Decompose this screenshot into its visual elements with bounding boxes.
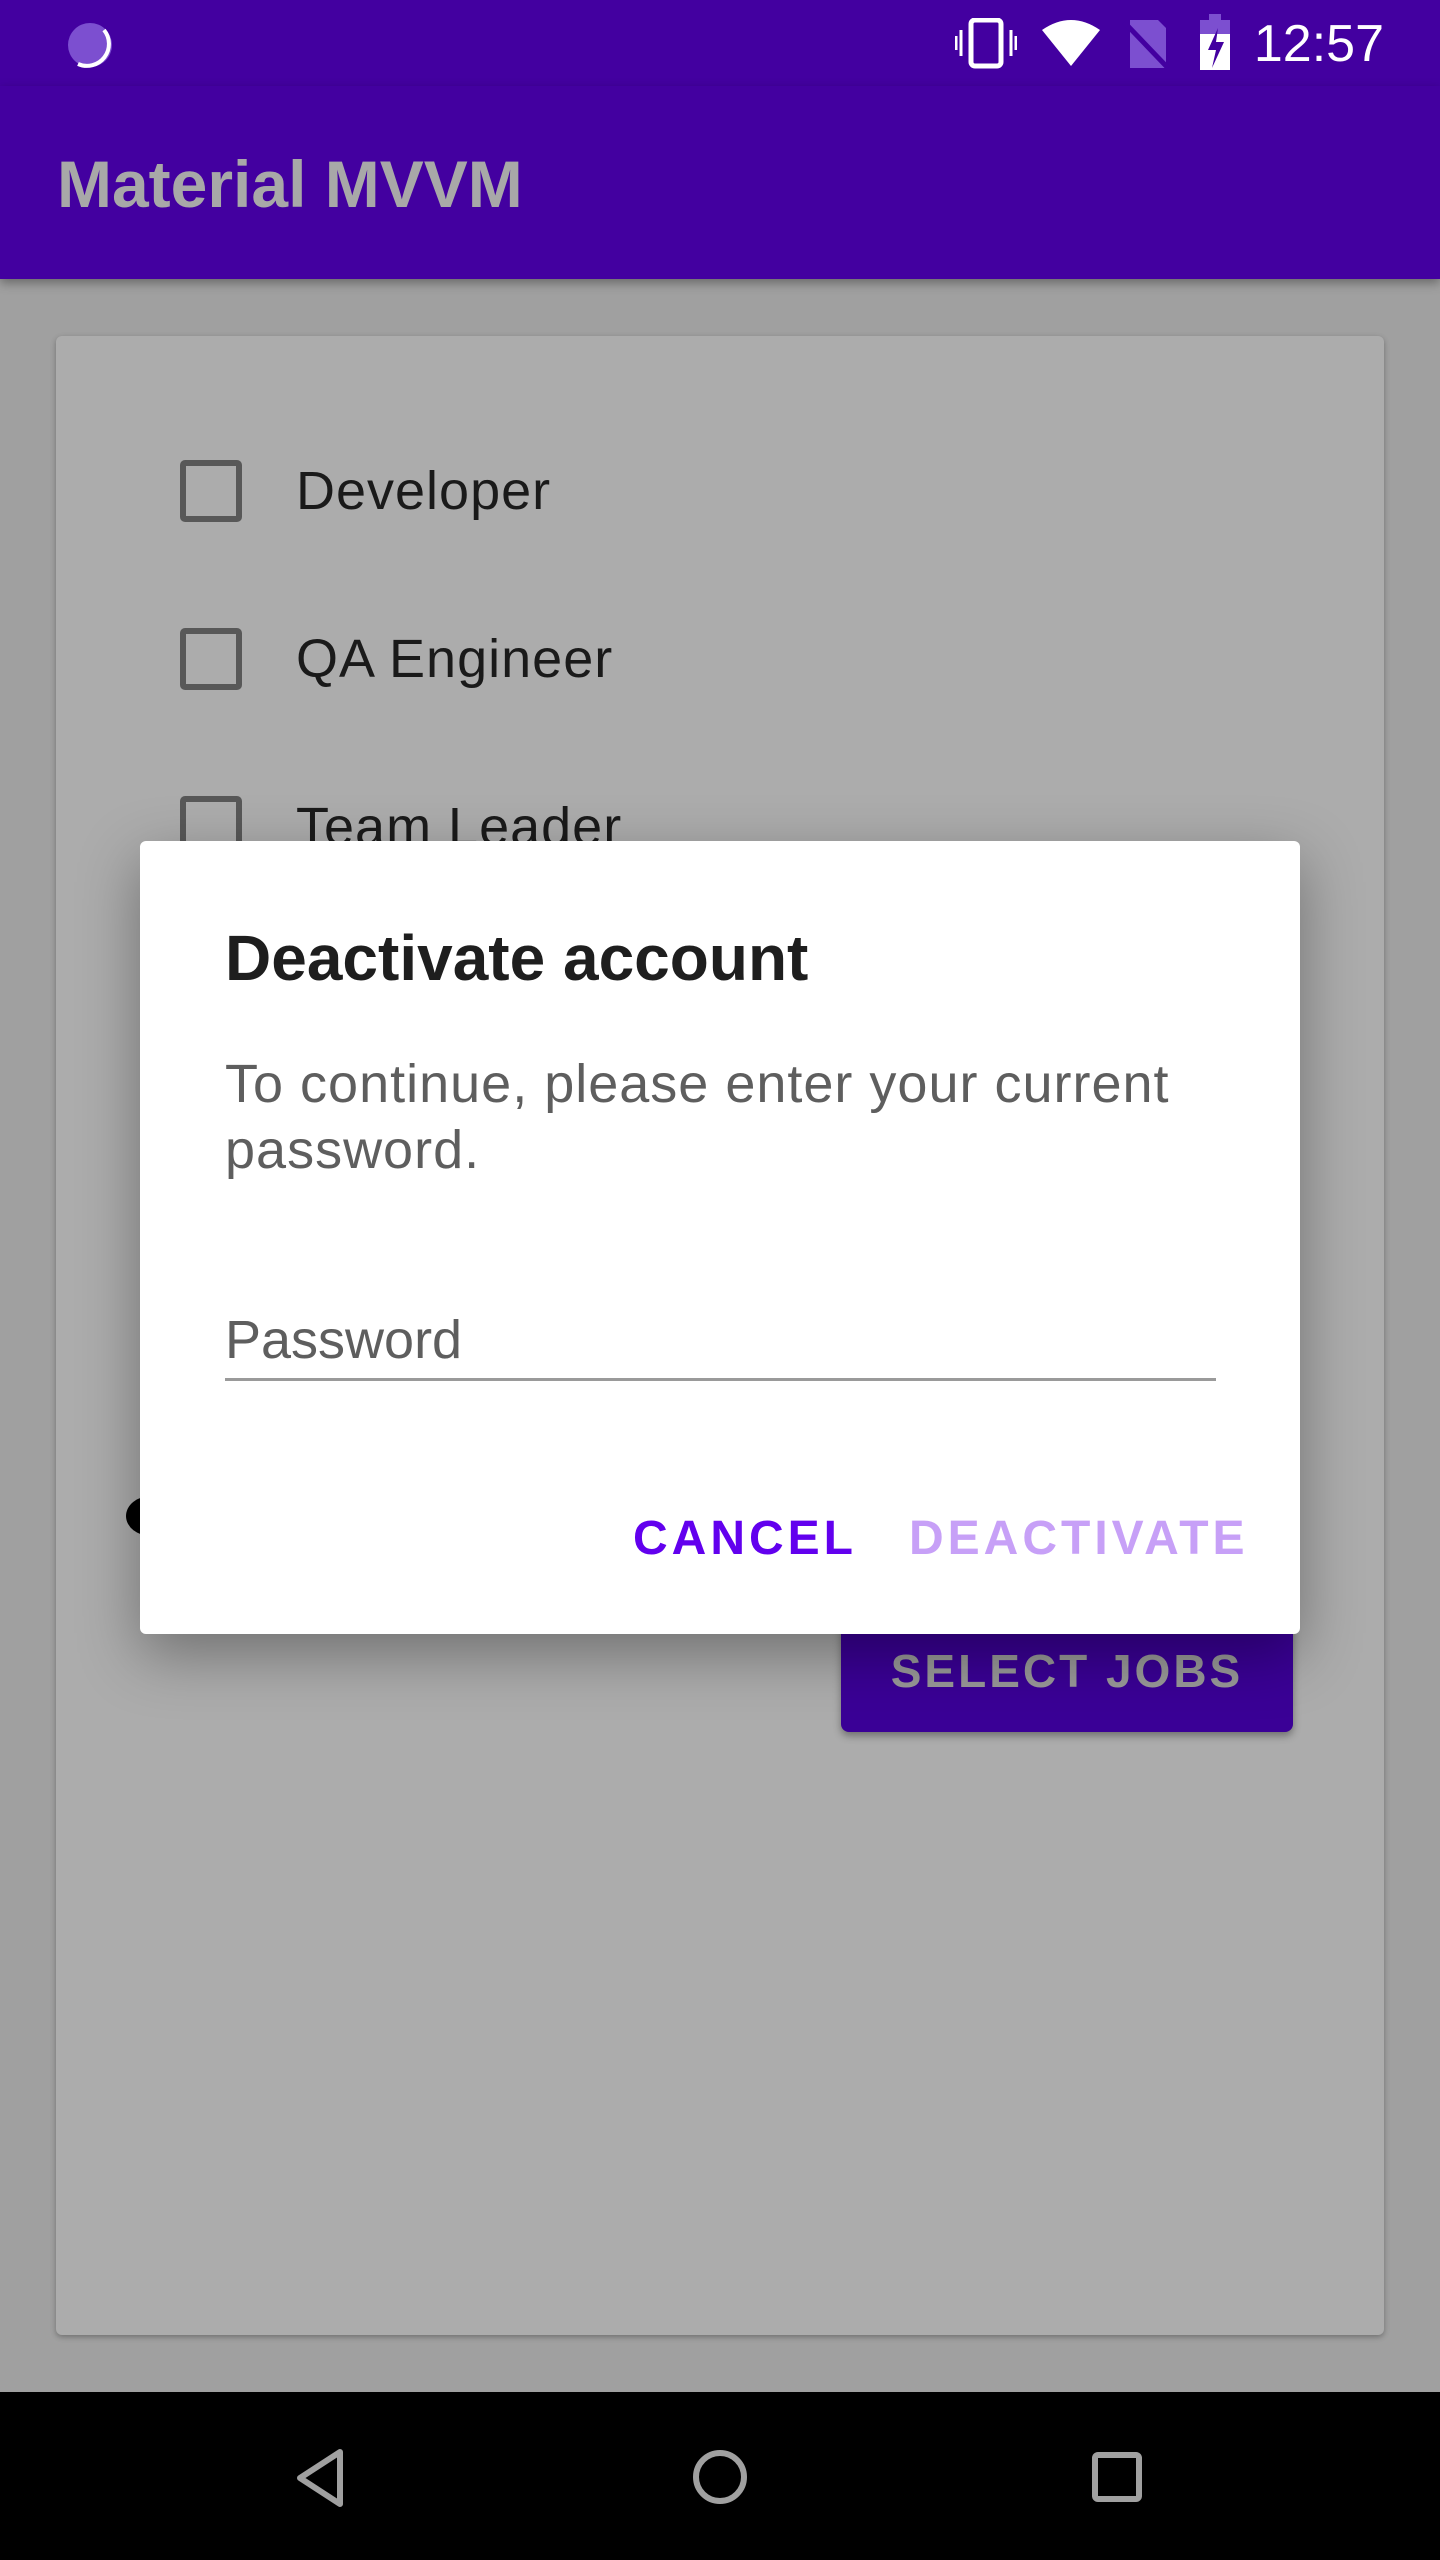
back-icon[interactable] [292,2446,352,2510]
no-sim-icon [1122,20,1170,70]
password-input[interactable] [225,1261,1216,1381]
checkbox-developer[interactable] [180,460,242,522]
recents-icon[interactable] [1090,2450,1144,2504]
cancel-button[interactable]: CANCEL [633,1511,857,1566]
checkbox-qa-engineer[interactable] [180,628,242,690]
battery-charging-icon [1200,14,1230,70]
home-icon[interactable] [690,2447,750,2507]
vibrate-icon [955,18,1017,69]
app-title: Material MVVM [57,147,523,221]
deactivate-button[interactable]: DEACTIVATE [909,1511,1249,1566]
checkbox-label: QA Engineer [296,629,614,689]
dialog-message: To continue, please enter your current p… [225,1054,1170,1180]
dialog-title: Deactivate account [225,922,809,994]
navigation-bar [0,2392,1440,2560]
app-bar: Material MVVM [0,86,1440,279]
sync-icon [68,23,112,68]
wifi-icon [1042,20,1100,66]
checkbox-label: Developer [296,461,552,521]
deactivate-dialog: Deactivate account To continue, please e… [140,841,1300,1634]
clock: 12:57 [1253,15,1384,73]
status-bar: 12:57 [0,0,1440,86]
